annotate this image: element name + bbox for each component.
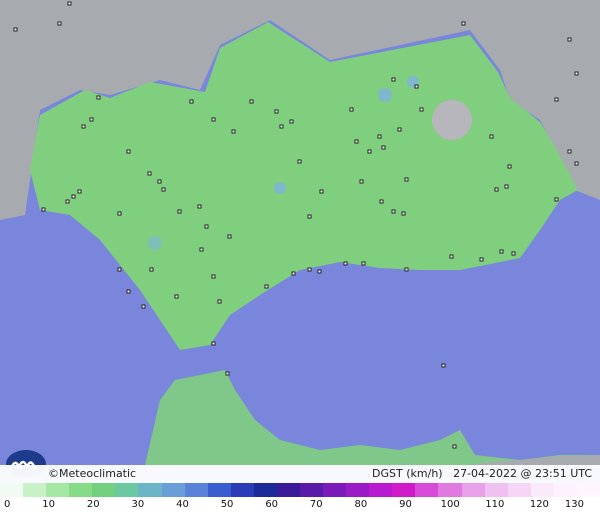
scale-tick-label: 10 (42, 499, 55, 510)
scale-swatch (392, 483, 416, 497)
gray-cell (432, 100, 472, 140)
scale-swatch (230, 483, 254, 497)
scale-swatch (161, 483, 185, 497)
color-scale: 0 10 20 30 40 50 60 70 80 90 100 110 120 130 (0, 483, 600, 517)
scale-swatch (507, 483, 531, 497)
scale-swatch (323, 483, 347, 497)
scale-swatch (0, 483, 24, 497)
scale-tick-label: 90 (399, 499, 412, 510)
scale-swatch (184, 483, 208, 497)
scale-tick-label: 100 (440, 499, 460, 510)
scale-swatch (553, 483, 577, 497)
scale-swatch (46, 483, 70, 497)
scale-swatch (115, 483, 139, 497)
scale-swatch (207, 483, 231, 497)
scale-swatch (138, 483, 162, 497)
scale-swatch (346, 483, 370, 497)
scale-swatch (276, 483, 301, 497)
scale-swatch (23, 483, 47, 497)
scale-swatch (415, 483, 439, 497)
weather-map (0, 0, 600, 465)
scale-swatch (253, 483, 277, 497)
scale-swatch (530, 483, 554, 497)
product-label: DGST (km/h) 27-04-2022 @ 23:51 UTC (372, 467, 592, 480)
scale-swatch (92, 483, 116, 497)
scale-tick-label: 80 (354, 499, 368, 510)
gust-spot (378, 88, 392, 102)
gust-spot (274, 182, 286, 194)
scale-tick-label: 130 (564, 499, 584, 510)
scale-tick-label: 120 (529, 499, 549, 510)
scale-tick-label: 60 (265, 499, 279, 510)
scale-swatch (484, 483, 508, 497)
scale-tick-label: 50 (220, 499, 234, 510)
brand-label: ©Meteoclimatic (48, 467, 137, 480)
scale-tick-label: 30 (131, 499, 145, 510)
color-scale-ticks: 0 10 20 30 40 50 60 70 80 90 100 110 120 130 (0, 497, 600, 517)
scale-swatch (300, 483, 324, 497)
scale-swatch (576, 483, 600, 497)
scale-tick-label: 40 (176, 499, 189, 510)
gust-spot (148, 236, 162, 250)
scale-tick-label: 0 (4, 499, 11, 510)
scale-swatch (369, 483, 393, 497)
scale-swatch (438, 483, 462, 497)
scale-swatch (461, 483, 485, 497)
scale-tick-label: 20 (86, 499, 100, 510)
scale-swatch (69, 483, 93, 497)
scale-tick-label: 110 (485, 499, 505, 510)
color-scale-bar (0, 483, 600, 497)
scale-tick-label: 70 (309, 499, 323, 510)
